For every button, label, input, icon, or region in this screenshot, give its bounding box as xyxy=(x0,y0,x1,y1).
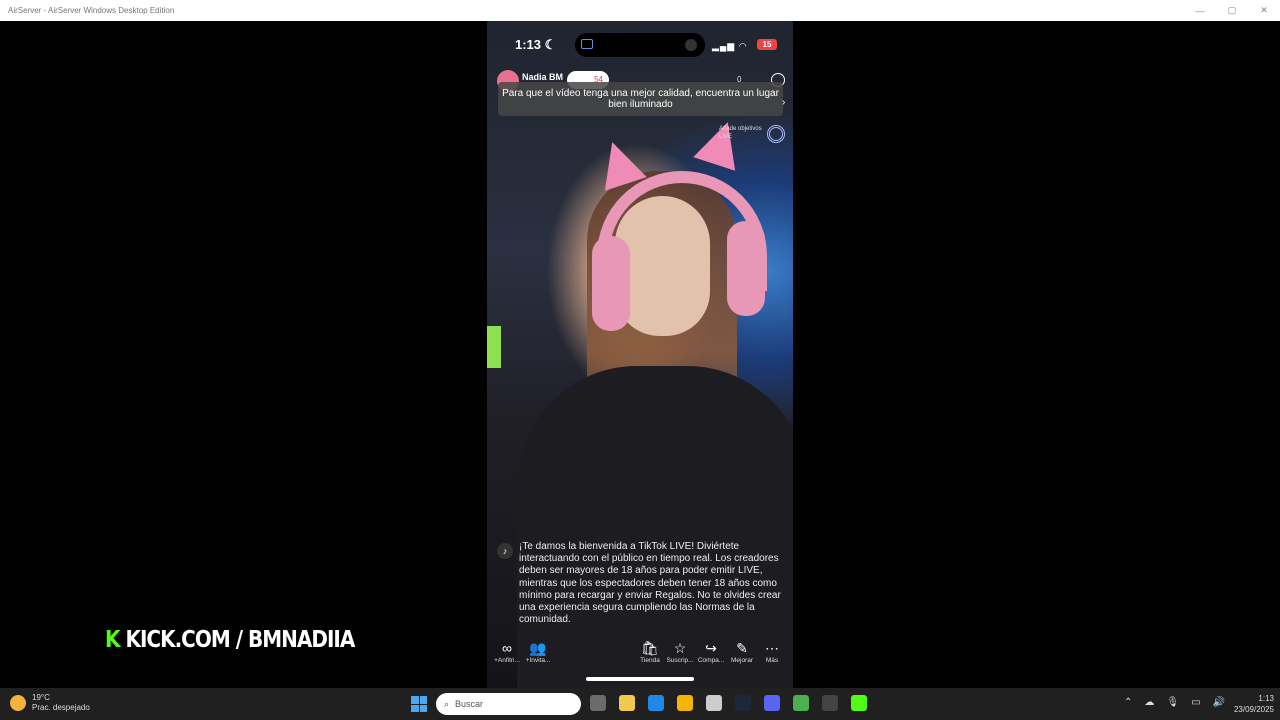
subscribe-button[interactable]: ☆ Suscrip... xyxy=(663,639,697,664)
minimize-button[interactable]: — xyxy=(1184,0,1216,21)
phone-status-bar: 1:13 ☾ ▂▄▆ ◠ 15 xyxy=(487,33,793,57)
weather-widget[interactable]: 19°C Prac. despejado xyxy=(10,693,90,713)
chevron-up-icon[interactable]: ⌃ xyxy=(1124,697,1132,708)
weather-desc: Prac. despejado xyxy=(32,703,90,712)
share-label: Compa... xyxy=(697,657,725,664)
display-icon[interactable]: ▭ xyxy=(1191,697,1200,708)
recording-icon xyxy=(685,39,697,51)
window-controls: — ▢ ✕ xyxy=(1184,0,1280,21)
battery-icon: 15 xyxy=(757,39,777,50)
search-icon: ⌕ xyxy=(444,698,450,709)
shop-button[interactable]: 🛍 Tienda xyxy=(633,639,667,664)
weather-icon xyxy=(10,695,26,711)
discord-icon[interactable] xyxy=(764,695,780,711)
screen-record-icon xyxy=(581,39,593,49)
window-title: AirServer - AirServer Windows Desktop Ed… xyxy=(8,6,175,15)
cohost-button[interactable]: ∞ +Anfitri... xyxy=(490,639,524,664)
widgets-icon[interactable] xyxy=(619,695,635,711)
outlook-icon[interactable] xyxy=(648,695,664,711)
cohost-label: +Anfitri... xyxy=(494,657,520,664)
video-green-light xyxy=(487,326,501,368)
host-name: Nadia BM xyxy=(522,72,564,82)
home-indicator[interactable] xyxy=(586,677,694,681)
chevron-right-icon[interactable]: › xyxy=(782,97,785,108)
steam-icon[interactable] xyxy=(735,695,751,711)
video-headphone-left xyxy=(592,236,630,331)
enhance-button[interactable]: ✎ Mejorar xyxy=(725,639,759,664)
live-toolbar: ∞ +Anfitri... 👥 +Invita... 🛍 Tienda ☆ Su… xyxy=(487,639,793,669)
welcome-message: ♪ ¡Te damos la bienvenida a TikTok LIVE!… xyxy=(497,541,787,626)
shop-label: Tienda xyxy=(640,657,660,664)
search-placeholder: Buscar xyxy=(455,699,484,709)
obs-icon[interactable] xyxy=(822,695,838,711)
target-icon[interactable] xyxy=(767,125,785,143)
star-icon: ☆ xyxy=(673,640,687,656)
weather-temp: 19°C xyxy=(32,693,50,702)
clock-time: 1:13 xyxy=(1258,694,1274,703)
more-label: Más xyxy=(765,657,779,664)
task-view-icon[interactable] xyxy=(590,695,606,711)
live-goals-label[interactable]: Añade objetivos LIVE xyxy=(719,125,767,141)
cohost-icon: ∞ xyxy=(502,640,512,656)
welcome-text: ¡Te damos la bienvenida a TikTok LIVE! D… xyxy=(519,541,781,626)
phone-screen: 1:13 ☾ ▂▄▆ ◠ 15 Nadia BM 54 0 Para que e… xyxy=(487,21,793,688)
invite-label: +Invita... xyxy=(525,657,551,664)
invite-button[interactable]: 👥 +Invita... xyxy=(521,639,555,664)
kick-logo: K xyxy=(105,625,120,653)
kick-url: KICK.COM / BMNADIIA xyxy=(125,625,355,653)
dynamic-island xyxy=(575,33,705,57)
maximize-button[interactable]: ▢ xyxy=(1216,0,1248,21)
store-icon[interactable] xyxy=(706,695,722,711)
people-icon: 👥 xyxy=(529,640,547,656)
airserver-icon[interactable] xyxy=(851,695,867,711)
cat-ear-right xyxy=(693,115,749,171)
more-button[interactable]: ⋯ Más xyxy=(755,639,789,664)
system-tray: ⌃ ☁ 🎙 ▭ 🔊 xyxy=(1124,697,1225,708)
share-button[interactable]: ↪ Compa... xyxy=(694,639,728,664)
share-icon: ↪ xyxy=(705,640,717,656)
signal-wifi-icons: ▂▄▆ ◠ xyxy=(712,41,748,51)
enhance-label: Mejorar xyxy=(730,657,754,664)
status-time: 1:13 ☾ xyxy=(515,37,557,52)
close-button[interactable]: ✕ xyxy=(1248,0,1280,21)
window-titlebar: AirServer - AirServer Windows Desktop Ed… xyxy=(0,0,1280,21)
wand-icon: ✎ xyxy=(736,640,748,656)
kick-watermark: K KICK.COM / BMNADIIA xyxy=(105,625,355,653)
more-icon: ⋯ xyxy=(765,640,779,656)
subscribe-label: Suscrip... xyxy=(666,657,694,664)
bag-icon: 🛍 xyxy=(641,640,659,656)
tiktok-icon: ♪ xyxy=(497,543,513,559)
clock-date: 23/09/2025 xyxy=(1233,705,1274,714)
video-headphone-right xyxy=(727,221,765,316)
onedrive-icon[interactable]: ☁ xyxy=(1144,697,1154,708)
lighting-tip: Para que el vídeo tenga una mejor calida… xyxy=(498,82,783,116)
chrome-icon[interactable] xyxy=(793,695,809,711)
microphone-icon[interactable]: 🎙 xyxy=(1166,697,1179,708)
taskbar-search[interactable]: ⌕ Buscar xyxy=(436,693,581,715)
start-button[interactable] xyxy=(411,696,427,712)
file-explorer-icon[interactable] xyxy=(677,695,693,711)
taskbar-clock[interactable]: 1:13 23/09/2025 xyxy=(1222,693,1274,715)
windows-taskbar: 19°C Prac. despejado ⌕ Buscar ⌃ ☁ 🎙 ▭ 🔊 … xyxy=(0,688,1280,720)
